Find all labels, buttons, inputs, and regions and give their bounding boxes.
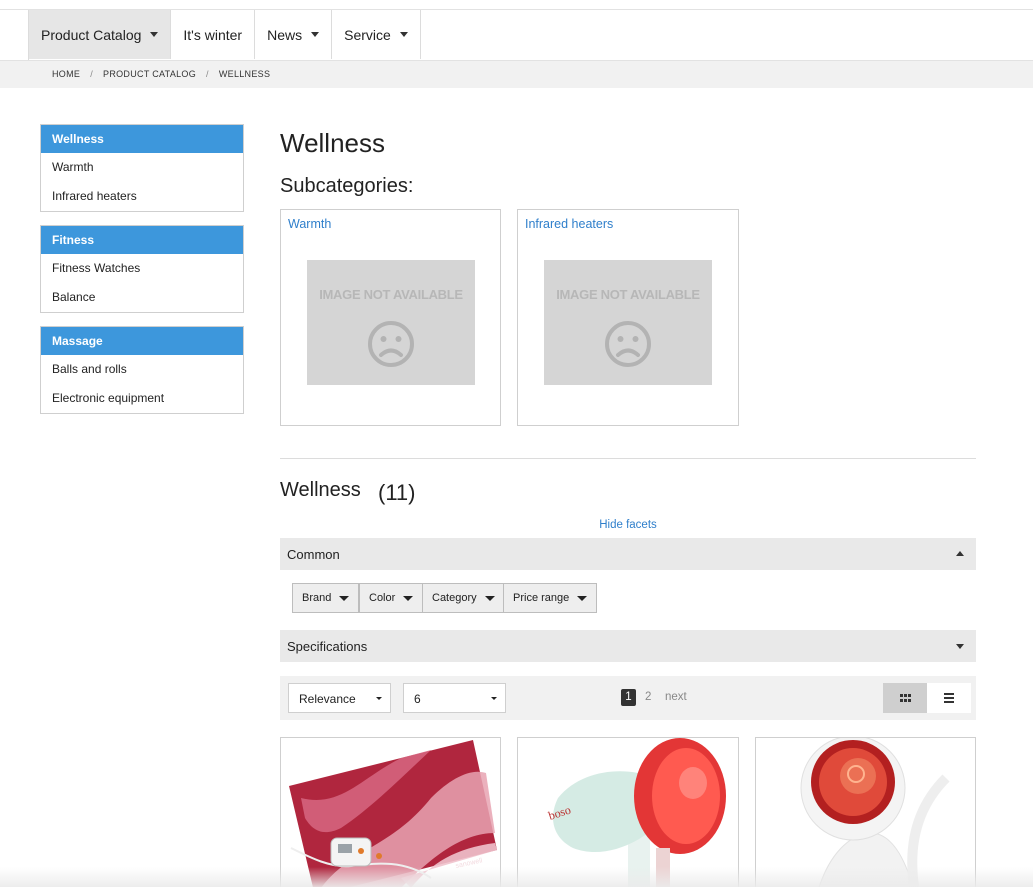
product-card[interactable]: boso: [517, 737, 739, 887]
breadcrumb-home[interactable]: HOME: [52, 69, 80, 79]
filter-color-button[interactable]: Color: [359, 583, 424, 613]
caret-down-icon: [376, 697, 382, 700]
breadcrumb-product-catalog[interactable]: PRODUCT CATALOG: [103, 69, 196, 79]
caret-down-icon: [311, 32, 320, 37]
subcategories-heading: Subcategories:: [280, 175, 414, 197]
caret-down-icon: [484, 595, 495, 601]
infrared-lamp-round-image: [800, 738, 950, 887]
subcategory-card-warmth[interactable]: Warmth IMAGE NOT AVAILABLE: [280, 209, 501, 426]
subcategory-name[interactable]: Warmth: [288, 217, 331, 231]
page-title: Wellness: [280, 128, 386, 158]
nav-item-product-catalog[interactable]: Product Catalog: [29, 10, 172, 59]
pagination-next[interactable]: next: [665, 691, 687, 703]
product-card[interactable]: sanowell: [280, 737, 501, 887]
hide-facets-link[interactable]: Hide facets: [280, 519, 976, 531]
breadcrumb: HOME / PRODUCT CATALOG / WELLNESS: [52, 69, 270, 79]
caret-down-icon: [399, 32, 408, 37]
sidebar-group-massage: Massage Balls and rolls Electronic equip…: [40, 326, 244, 414]
caret-down-icon: [339, 595, 350, 601]
sidebar-item-balls-and-rolls[interactable]: Balls and rolls: [41, 355, 243, 384]
nav-item-its-winter[interactable]: It's winter: [171, 10, 256, 59]
facet-section-specifications[interactable]: Specifications: [280, 630, 976, 662]
sidebar-group-fitness: Fitness Fitness Watches Balance: [40, 225, 244, 313]
product-card[interactable]: [755, 737, 976, 887]
image-placeholder: IMAGE NOT AVAILABLE: [544, 260, 712, 385]
per-page-select-value: 6: [414, 692, 421, 706]
pagination-page-current[interactable]: 1: [621, 689, 636, 706]
listing-toolbar: Relevance 6 1 2 next: [280, 676, 976, 720]
facet-section-common[interactable]: Common: [280, 538, 976, 570]
breadcrumb-current: WELLNESS: [218, 69, 271, 79]
subcategory-name[interactable]: Infrared heaters: [525, 217, 613, 231]
caret-down-icon: [403, 595, 414, 601]
image-placeholder: IMAGE NOT AVAILABLE: [307, 260, 475, 385]
sidebar-item-balance[interactable]: Balance: [41, 283, 243, 312]
facet-section-label: Specifications: [287, 639, 368, 654]
nav-item-label: It's winter: [183, 26, 243, 43]
pagination-page-2[interactable]: 2: [645, 691, 651, 703]
sad-face-icon: [605, 321, 651, 367]
filter-label: Brand: [302, 592, 332, 604]
sidebar-item-fitness-watches[interactable]: Fitness Watches: [41, 254, 243, 283]
nav-item-label: Product Catalog: [41, 26, 142, 43]
filter-label: Price range: [513, 592, 570, 604]
image-placeholder-text: IMAGE NOT AVAILABLE: [556, 287, 700, 302]
filter-label: Category: [432, 592, 477, 604]
product-count: (11): [378, 480, 416, 505]
nav-item-label: News: [267, 26, 303, 43]
sidebar-heading-massage[interactable]: Massage: [41, 327, 243, 355]
section-divider: [280, 458, 976, 459]
sidebar-heading-wellness[interactable]: Wellness: [41, 125, 243, 153]
filter-category-button[interactable]: Category: [422, 583, 505, 613]
list-icon: [944, 693, 954, 703]
sad-face-icon: [368, 321, 414, 367]
caret-down-icon: [150, 32, 159, 37]
filter-label: Color: [369, 592, 396, 604]
filter-brand-button[interactable]: Brand: [292, 583, 360, 613]
subcategory-card-infrared-heaters[interactable]: Infrared heaters IMAGE NOT AVAILABLE: [517, 209, 739, 426]
image-placeholder-text: IMAGE NOT AVAILABLE: [319, 287, 463, 302]
grid-view-button[interactable]: [883, 683, 927, 713]
sidebar-item-infrared-heaters[interactable]: Infrared heaters: [41, 182, 243, 211]
nav-item-label: Service: [344, 26, 391, 43]
grid-icon: [900, 694, 911, 702]
sidebar-item-warmth[interactable]: Warmth: [41, 153, 243, 182]
caret-down-icon: [577, 595, 588, 601]
sort-select[interactable]: Relevance: [288, 683, 391, 713]
sidebar-item-electronic-equipment[interactable]: Electronic equipment: [41, 384, 243, 413]
sidebar-heading-fitness[interactable]: Fitness: [41, 226, 243, 254]
caret-down-icon: [956, 644, 964, 649]
breadcrumb-separator: /: [90, 69, 94, 79]
per-page-select[interactable]: 6: [403, 683, 506, 713]
heating-pad-image: sanowell: [289, 740, 497, 887]
infrared-lamp-image: boso: [547, 738, 726, 887]
nav-item-news[interactable]: News: [255, 10, 333, 59]
sort-select-value: Relevance: [299, 692, 356, 706]
facet-section-label: Common: [287, 547, 340, 562]
filter-price-range-button[interactable]: Price range: [503, 583, 598, 613]
main-nav: Product Catalog It's winter News Service: [28, 10, 421, 60]
caret-up-icon: [956, 551, 964, 556]
list-view-button[interactable]: [927, 683, 971, 713]
nav-item-service[interactable]: Service: [332, 10, 421, 59]
breadcrumb-bar: HOME / PRODUCT CATALOG / WELLNESS: [0, 60, 1033, 88]
sidebar-group-wellness: Wellness Warmth Infrared heaters: [40, 124, 244, 212]
breadcrumb-separator: /: [206, 69, 209, 79]
product-list-title: Wellness: [280, 479, 361, 501]
caret-down-icon: [491, 697, 497, 700]
